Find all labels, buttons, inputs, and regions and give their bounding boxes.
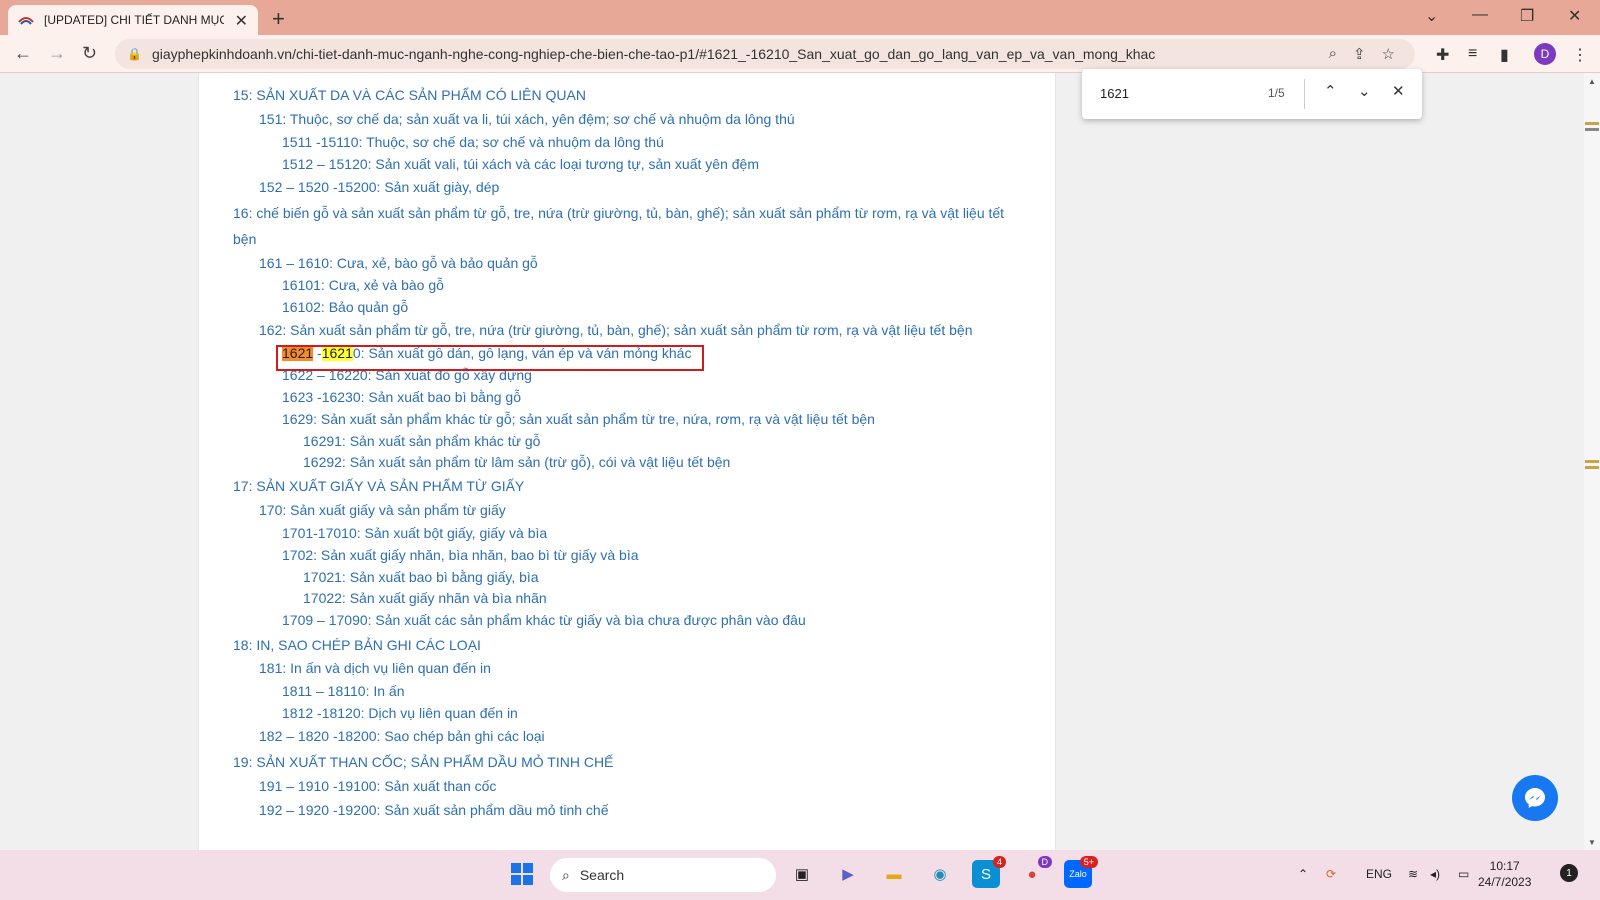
list-item: 1812 -18120: Dịch vụ liên quan đến in — [282, 705, 518, 721]
list-item: 16101: Cưa, xẻ và bào gỗ — [282, 277, 444, 293]
taskbar-search[interactable]: ⌕ Search — [550, 858, 776, 892]
list-item: 16291: Sản xuất sản phẩm khác từ gỗ — [303, 433, 541, 449]
find-match-marker — [1585, 122, 1599, 125]
list-item: 1701-17010: Sản xuất bột giấy, giấy và b… — [282, 525, 548, 541]
volume-icon[interactable]: ◂) — [1430, 867, 1440, 881]
back-icon[interactable]: ← — [14, 43, 32, 64]
extensions-icon[interactable]: ✚ — [1436, 45, 1449, 65]
list-item: 16292: Sản xuất sản phẩm từ lâm sản (trừ… — [303, 454, 731, 470]
article-content: 15: SẢN XUẤT DA VÀ CÁC SẢN PHẨM CÓ LIÊN … — [198, 73, 1056, 850]
restore-icon[interactable]: ❐ — [1520, 6, 1534, 26]
list-item: 17021: Sản xuất bao bì bằng giấy, bìa — [303, 569, 539, 585]
list-item: 1811 – 18110: In ấn — [282, 683, 405, 699]
clock-date: 24/7/2023 — [1478, 875, 1532, 889]
window-close-icon[interactable]: ✕ — [1568, 6, 1581, 26]
zalo-badge: 5+ — [1079, 856, 1098, 868]
system-clock[interactable]: 10:17 24/7/2023 — [1478, 858, 1531, 890]
find-match-marker — [1585, 460, 1599, 463]
find-in-page-icon[interactable]: ⌕ — [1329, 45, 1337, 63]
search-icon: ⌕ — [562, 866, 570, 883]
scroll-up-icon[interactable]: ▲ — [1588, 77, 1596, 86]
scroll-down-icon[interactable]: ▼ — [1588, 838, 1596, 847]
list-item: 191 – 1910 -19100: Sản xuất than cốc — [259, 778, 497, 794]
scroll-thumb[interactable] — [1585, 128, 1599, 131]
new-tab-icon[interactable]: + — [272, 6, 285, 32]
media-control-icon[interactable]: ≡ — [1468, 45, 1477, 63]
find-divider — [1304, 79, 1305, 109]
list-item: 170: Sản xuất giấy và sản phẩm từ giấy — [259, 502, 506, 518]
list-item: 19: SẢN XUẤT THAN CỐC; SẢN PHẨM DẦU MỎ T… — [233, 754, 614, 770]
teams-chat-icon[interactable]: ▶ — [834, 860, 862, 888]
site-favicon-icon — [18, 12, 34, 28]
battery-icon[interactable]: ▭ — [1458, 867, 1469, 881]
menu-kebab-icon[interactable]: ⋮ — [1572, 45, 1588, 65]
list-item: 181: In ấn và dịch vụ liên quan đến in — [259, 660, 491, 676]
tab-strip: [UPDATED] CHI TIẾT DANH MỤC ✕ + ⌄ — ❐ ✕ — [0, 0, 1600, 35]
list-item: 1511 -15110: Thuộc, sơ chế da; sơ chế và… — [282, 134, 664, 150]
list-item: 1629: Sản xuất sản phẩm khác từ gỗ; sản … — [282, 411, 875, 427]
list-item: bện — [233, 231, 257, 247]
find-match-marker — [1585, 466, 1599, 469]
address-bar[interactable]: 🔒 giayphepkinhdoanh.vn/chi-tiet-danh-muc… — [115, 39, 1415, 69]
find-match-count: 1/5 — [1268, 86, 1285, 100]
list-item: 16: chế biến gỗ và sản xuất sản phẩm từ … — [233, 205, 1005, 221]
url-text: giayphepkinhdoanh.vn/chi-tiet-danh-muc-n… — [151, 46, 1156, 62]
browser-tab[interactable]: [UPDATED] CHI TIẾT DANH MỤC ✕ — [8, 5, 258, 35]
find-next-icon[interactable]: ⌄ — [1358, 82, 1371, 100]
tray-overflow-icon[interactable]: ⌃ — [1298, 867, 1308, 881]
language-indicator[interactable]: ENG — [1366, 867, 1392, 881]
find-previous-icon[interactable]: ⌃ — [1324, 82, 1337, 100]
tab-title: [UPDATED] CHI TIẾT DANH MỤC — [44, 13, 224, 27]
list-item: 17: SẢN XUẤT GIẤY VÀ SẢN PHẨM TỪ GIẤY — [233, 478, 525, 494]
minimize-icon[interactable]: — — [1472, 6, 1488, 24]
task-view-icon[interactable]: ▣ — [788, 860, 816, 888]
sync-icon[interactable]: ⟳ — [1326, 867, 1336, 881]
side-panel-icon[interactable]: ▮ — [1500, 45, 1509, 65]
list-item: 151: Thuộc, sơ chế da; sản xuất va li, t… — [259, 111, 795, 127]
tab-search-chevron-icon[interactable]: ⌄ — [1425, 6, 1438, 26]
messenger-chat-icon[interactable] — [1512, 775, 1558, 821]
list-item: 15: SẢN XUẤT DA VÀ CÁC SẢN PHẨM CÓ LIÊN … — [233, 87, 586, 103]
clock-time: 10:17 — [1489, 859, 1520, 873]
chrome-icon[interactable]: ● D — [1018, 856, 1052, 888]
highlight-frame — [276, 345, 704, 371]
zalo-icon[interactable]: Zalo 5+ — [1064, 856, 1098, 888]
list-item: 161 – 1610: Cưa, xẻ, bào gỗ và bảo quản … — [259, 255, 538, 271]
share-icon[interactable]: ⇪ — [1353, 45, 1366, 63]
list-item: 1512 – 15120: Sản xuất vali, túi xách và… — [282, 156, 759, 172]
browser-toolbar: ← → ↻ 🔒 giayphepkinhdoanh.vn/chi-tiet-da… — [0, 35, 1600, 73]
list-item: 192 – 1920 -19200: Sản xuất sản phẩm dầu… — [259, 802, 609, 818]
list-item: 152 – 1520 -15200: Sản xuất giày, dép — [259, 179, 500, 195]
list-item: 1623 -16230: Sản xuất bao bì bằng gỗ — [282, 389, 521, 405]
find-input[interactable]: 1621 — [1100, 86, 1129, 101]
edge-browser-icon[interactable]: ◉ — [926, 860, 954, 888]
wifi-icon[interactable]: ≋ — [1408, 867, 1418, 881]
tab-close-icon[interactable]: ✕ — [235, 11, 248, 31]
list-item: 182 – 1820 -18200: Sao chép bản ghi các … — [259, 728, 545, 744]
file-explorer-icon[interactable]: ▬ — [880, 860, 908, 888]
start-windows-icon[interactable] — [508, 860, 536, 888]
list-item: 1702: Sản xuất giấy nhăn, bìa nhăn, bao … — [282, 547, 639, 563]
lock-icon[interactable]: 🔒 — [127, 47, 142, 61]
list-item: 162: Sản xuất sản phẩm từ gỗ, tre, nứa (… — [259, 322, 973, 338]
forward-icon[interactable]: → — [48, 43, 66, 64]
chrome-profile-badge: D — [1037, 856, 1052, 868]
skype-icon[interactable]: S4 — [972, 856, 1006, 888]
page-scrollbar[interactable]: ▲ ▼ — [1584, 73, 1600, 850]
reload-icon[interactable]: ↻ — [82, 43, 97, 64]
profile-avatar[interactable]: D — [1534, 43, 1556, 65]
list-item: 17022: Sản xuất giấy nhãn và bìa nhãn — [303, 590, 547, 606]
skype-badge: 4 — [992, 856, 1006, 868]
list-item: 16102: Bảo quản gỗ — [282, 299, 409, 315]
list-item: 18: IN, SAO CHÉP BẢN GHI CÁC LOẠI — [233, 637, 481, 653]
taskbar-search-label: Search — [579, 867, 625, 883]
list-item: 1709 – 17090: Sản xuất các sản phẩm khác… — [282, 612, 806, 628]
find-close-icon[interactable]: ✕ — [1392, 82, 1405, 100]
bookmark-star-icon[interactable]: ☆ — [1382, 45, 1395, 63]
notification-count[interactable]: 1 — [1560, 864, 1578, 882]
windows-taskbar: ⌕ Search ▣ ▶ ▬ ◉ S4 ● D Zalo 5+ ⌃ ⟳ ENG ≋ … — [0, 850, 1600, 900]
find-bar: 1621 1/5 ⌃ ⌄ ✕ — [1082, 69, 1422, 119]
